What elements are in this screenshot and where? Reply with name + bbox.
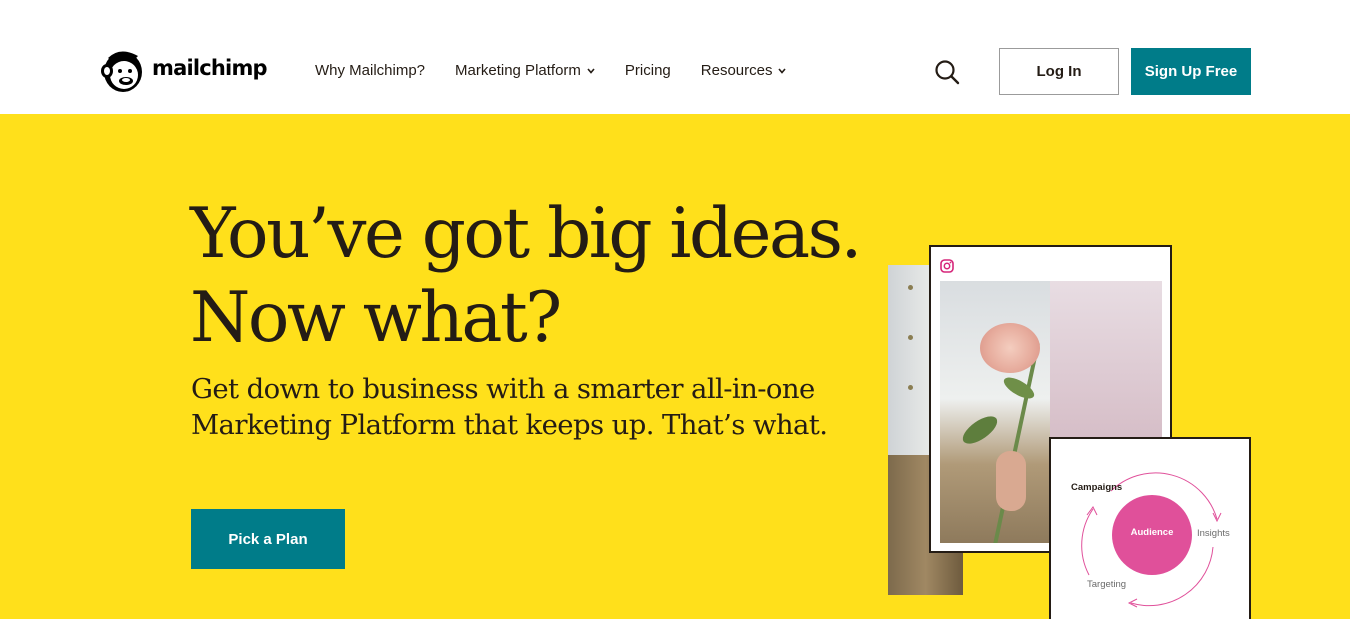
instagram-icon <box>940 259 954 273</box>
photo-button-detail <box>908 385 913 390</box>
nav-item-label: Marketing Platform <box>455 62 581 79</box>
nav-pricing[interactable]: Pricing <box>625 62 671 79</box>
photo-hand <box>996 451 1026 511</box>
nav-item-label: Pricing <box>624 62 671 79</box>
hero-section: You’ve got big ideas. Now what? Get down… <box>0 114 1350 619</box>
signup-button[interactable]: Sign Up Free <box>1131 48 1251 95</box>
site-header: mailchimp Why Mailchimp? Marketing Platf… <box>0 0 1350 114</box>
cycle-label-campaigns: Campaigns <box>1071 482 1123 493</box>
chevron-down-icon <box>587 67 595 74</box>
nav-why-mailchimp[interactable]: Why Mailchimp? <box>315 62 425 79</box>
main-nav: Why Mailchimp? Marketing Platform Pricin… <box>315 62 816 79</box>
mailchimp-logo[interactable]: mailchimp <box>98 44 268 94</box>
cycle-label-insights: Insights <box>1197 528 1230 539</box>
audience-cycle-card: Campaigns Audience Insights Targeting <box>1049 437 1251 619</box>
photo-button-detail <box>908 335 913 340</box>
nav-item-label: Why Mailchimp? <box>315 62 426 79</box>
cycle-label-targeting: Targeting <box>1087 579 1127 590</box>
freddie-logo-icon <box>101 51 142 92</box>
pick-a-plan-button[interactable]: Pick a Plan <box>191 509 345 569</box>
cycle-label-audience: Audience <box>1130 527 1174 538</box>
hero-subheadline: Get down to business with a smarter all-… <box>191 373 828 441</box>
photo-button-detail <box>908 285 913 290</box>
nav-resources[interactable]: Resources <box>701 62 787 79</box>
chevron-down-icon <box>778 67 787 74</box>
logo-wordmark: mailchimp <box>152 56 268 80</box>
photo-person-left <box>940 281 1050 543</box>
login-button[interactable]: Log In <box>999 48 1119 95</box>
nav-marketing-platform[interactable]: Marketing Platform <box>455 62 595 79</box>
hero-headline: You’ve got big ideas. Now what? <box>190 194 862 358</box>
nav-item-label: Resources <box>700 62 773 79</box>
search-icon[interactable] <box>934 59 960 85</box>
dahlia-flower <box>980 323 1040 373</box>
